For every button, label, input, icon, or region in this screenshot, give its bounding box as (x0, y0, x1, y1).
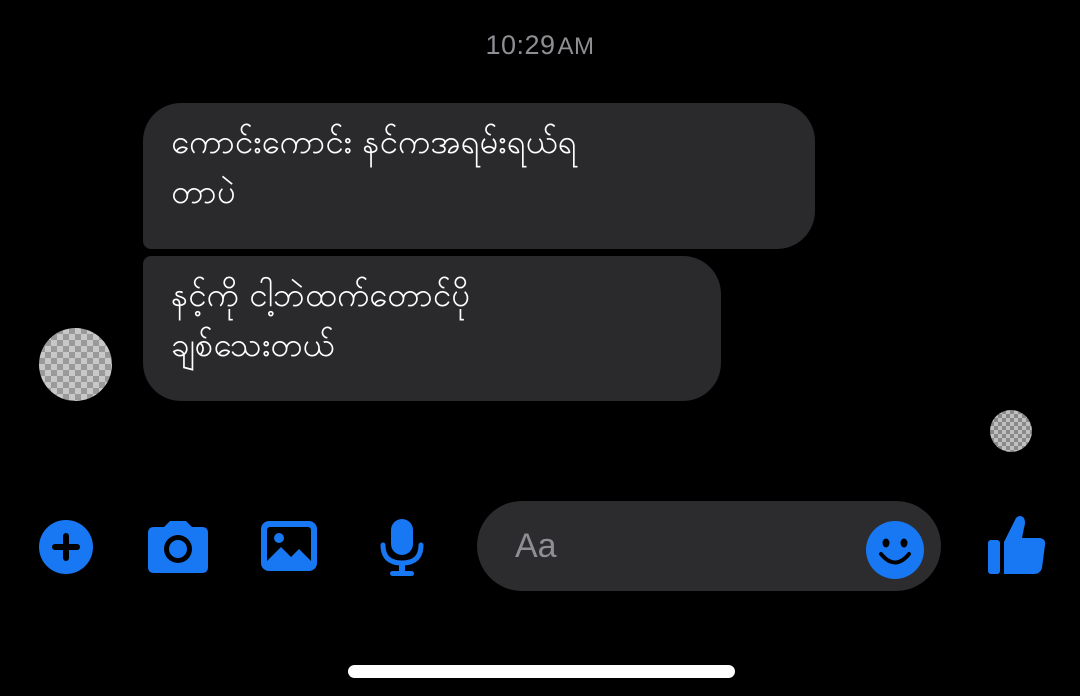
timestamp-time: 10:29 (485, 30, 556, 60)
plus-circle-icon[interactable] (37, 517, 97, 577)
message-timestamp: 10:29AM (0, 30, 1080, 61)
home-indicator[interactable] (348, 665, 735, 678)
sender-avatar[interactable] (39, 328, 112, 401)
message-bubble[interactable]: ကောင်းကောင်း နင်ကအရမ်းရယ်ရ တာပဲ (143, 103, 815, 249)
message-input[interactable] (515, 523, 845, 569)
thumbs-up-icon[interactable] (986, 512, 1046, 574)
camera-icon[interactable] (146, 517, 208, 577)
message-bubble[interactable]: နင့်ကို ငါ့ဘဲထက်တောင်ပို ချစ်သေးတယ် (143, 256, 721, 401)
read-receipt-avatar (990, 410, 1032, 452)
microphone-icon[interactable] (372, 517, 432, 577)
image-icon[interactable] (259, 517, 319, 577)
timestamp-ampm: AM (557, 33, 595, 60)
message-composer[interactable] (477, 501, 941, 591)
emoji-icon[interactable] (866, 521, 924, 579)
